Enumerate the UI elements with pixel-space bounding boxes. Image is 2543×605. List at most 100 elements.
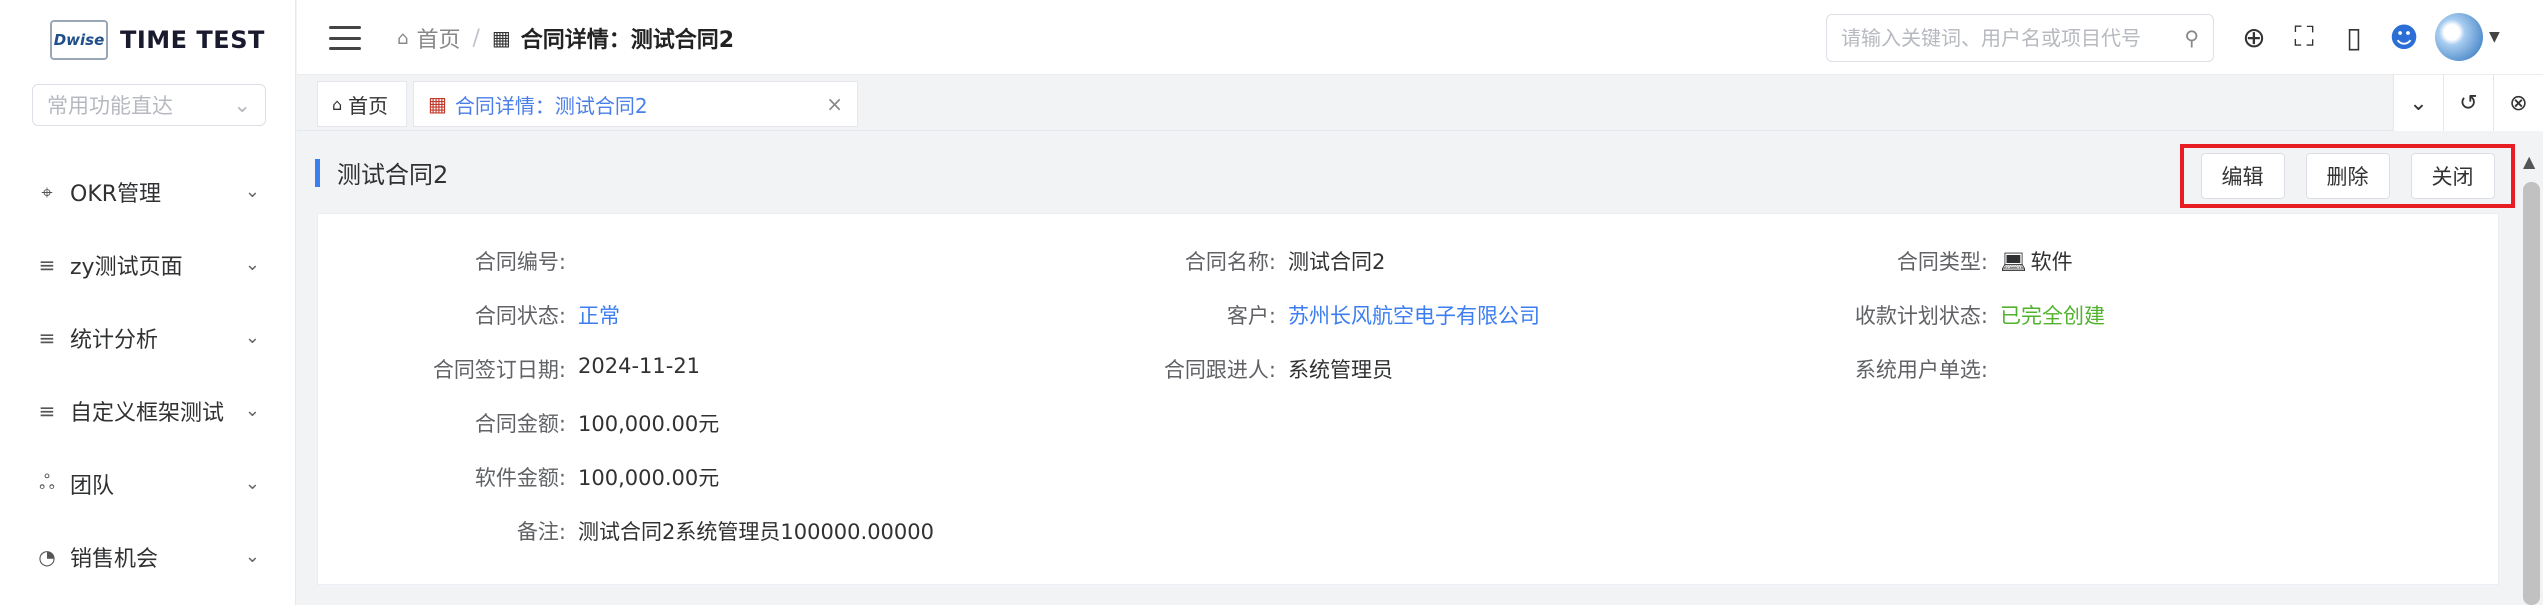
laptop-icon: 💻︎: [2000, 250, 2027, 274]
field-plan-status: 收款计划状态: 已完全创建: [1820, 300, 2105, 330]
field-remark: 备注: 测试合同2系统管理员100000.00000: [398, 516, 934, 546]
field-label: 合同状态:: [474, 304, 566, 328]
field-value: 2024-11-21: [578, 354, 701, 378]
close-button[interactable]: 关闭: [2410, 153, 2495, 199]
chevron-down-icon: ⌄: [244, 254, 260, 275]
field-label: 合同金额:: [474, 412, 566, 436]
field-label: 合同类型:: [1896, 250, 1988, 274]
field-label: 合同名称:: [1184, 250, 1276, 274]
fullscreen-icon[interactable]: ⛶: [2279, 20, 2329, 54]
tab-contract-detail[interactable]: ▦ 合同详情：测试合同2 ×: [413, 81, 858, 127]
chevron-down-icon: ⌄: [244, 327, 260, 348]
tab-contract-detail-label: 合同详情：测试合同2: [454, 93, 648, 118]
list-icon: ≡: [38, 398, 56, 423]
chevron-down-icon: ⌄: [244, 473, 260, 494]
tab-bar-tools: ⌄ ↺ ⊗: [2393, 75, 2543, 131]
field-follower: 合同跟进人: 系统管理员: [1108, 354, 1393, 384]
field-label: 合同编号:: [474, 250, 566, 274]
global-search[interactable]: ⚲: [1826, 14, 2214, 62]
sidebar-item-sales-opportunity[interactable]: ◔ 销售机会 ⌄: [0, 520, 296, 593]
search-icon[interactable]: ⚲: [2184, 26, 2199, 50]
pie-chart-icon: ◔: [38, 544, 56, 569]
logo-text: TIME TEST: [120, 26, 265, 54]
sidebar-item-label: 销售机会: [70, 546, 159, 572]
field-label: 客户:: [1226, 304, 1276, 328]
contract-type-text: 软件: [2030, 250, 2073, 274]
team-icon: ஃ: [39, 470, 55, 494]
avatar[interactable]: [2435, 13, 2483, 61]
field-label: 合同跟进人:: [1163, 358, 1276, 382]
edit-button[interactable]: 编辑: [2200, 153, 2285, 199]
field-value: 已完全创建: [2000, 304, 2105, 328]
home-icon: ⌂: [397, 27, 409, 49]
history-icon[interactable]: ↺: [2443, 75, 2493, 131]
field-value: 100,000.00元: [578, 466, 720, 490]
title-accent-bar: [315, 159, 320, 187]
sidebar-item-label: OKR管理: [70, 181, 162, 207]
sidebar-item-okr[interactable]: ⌖ OKR管理 ⌄: [0, 155, 296, 228]
search-input[interactable]: [1841, 26, 2185, 50]
chevron-down-icon: ⌄: [233, 93, 251, 117]
chevron-down-icon: ⌄: [244, 546, 260, 567]
sidebar-menu: ⌖ OKR管理 ⌄ ≡ zy测试页面 ⌄ ≡ 统计分析 ⌄ ≡ 自定义框架测试 …: [0, 155, 296, 593]
menu-toggle-icon[interactable]: [329, 26, 361, 50]
sidebar-item-label: 自定义框架测试: [70, 400, 225, 426]
field-value: 测试合同2系统管理员100000.00000: [578, 520, 935, 544]
page-title: 测试合同2: [337, 161, 449, 189]
page-header: 测试合同2 编辑 删除 关闭: [297, 131, 2517, 211]
field-value: 测试合同2: [1288, 250, 1386, 274]
quick-access-select[interactable]: 常用功能直达 ⌄: [32, 84, 266, 126]
home-icon: ⌂: [332, 94, 343, 114]
add-circle-icon[interactable]: ⊕: [2229, 21, 2279, 54]
field-label: 系统用户单选:: [1854, 358, 1988, 382]
chevron-down-icon: ⌄: [244, 400, 260, 421]
field-value: 100,000.00元: [578, 412, 720, 436]
mobile-icon[interactable]: ▯: [2329, 21, 2379, 54]
caret-down-icon[interactable]: ▼: [2489, 29, 2500, 45]
sidebar-item-zy-test[interactable]: ≡ zy测试页面 ⌄: [0, 228, 296, 301]
logo[interactable]: Dwise TIME TEST: [50, 18, 265, 62]
top-header: ⌂ 首页 / ▦ 合同详情：测试合同2 ⚲ ⊕ ⛶ ▯ ☻ ▼: [297, 0, 2543, 75]
sidebar-item-label: zy测试页面: [70, 254, 183, 280]
field-customer: 客户: 苏州长风航空电子有限公司: [1108, 300, 1540, 330]
field-software-amount: 软件金额: 100,000.00元: [398, 462, 719, 492]
scrollbar-thumb[interactable]: [2523, 182, 2540, 605]
tab-home[interactable]: ⌂ 首页: [317, 81, 407, 127]
close-icon[interactable]: ×: [826, 92, 843, 116]
customer-link[interactable]: 苏州长风航空电子有限公司: [1288, 300, 1540, 330]
chevron-down-icon[interactable]: ⌄: [2393, 75, 2443, 131]
list-icon: ≡: [38, 325, 56, 350]
field-contract-status: 合同状态: 正常: [398, 300, 620, 330]
scroll-up-icon[interactable]: ▲: [2523, 152, 2535, 171]
sidebar-item-team[interactable]: ஃ 团队 ⌄: [0, 447, 296, 520]
tab-bar: ⌂ 首页 ▦ 合同详情：测试合同2 × ⌄ ↺ ⊗: [297, 75, 2543, 131]
quick-access-placeholder: 常用功能直达: [47, 94, 173, 118]
field-contract-type: 合同类型: 💻︎ 软件: [1820, 246, 2073, 276]
field-contract-no: 合同编号:: [398, 246, 578, 276]
target-icon: ⌖: [41, 179, 53, 204]
close-circle-icon[interactable]: ⊗: [2493, 75, 2543, 131]
breadcrumb-current: 合同详情：测试合同2: [520, 28, 735, 53]
logo-mark: Dwise: [50, 20, 108, 60]
field-user-select: 系统用户单选:: [1820, 354, 2000, 384]
breadcrumb: ⌂ 首页 / ▦ 合同详情：测试合同2: [397, 22, 734, 54]
field-value: 系统管理员: [1288, 358, 1393, 382]
sidebar-item-custom-frame[interactable]: ≡ 自定义框架测试 ⌄: [0, 374, 296, 447]
breadcrumb-home[interactable]: 首页: [416, 22, 460, 54]
sidebar-item-statistics[interactable]: ≡ 统计分析 ⌄: [0, 301, 296, 374]
contract-detail-card: 合同编号: 合同状态: 正常 合同签订日期: 2024-11-21 合同金额: …: [317, 213, 2499, 585]
field-amount: 合同金额: 100,000.00元: [398, 408, 719, 438]
table-icon: ▦: [428, 92, 447, 116]
field-sign-date: 合同签订日期: 2024-11-21: [398, 354, 700, 384]
field-label: 合同签订日期:: [432, 358, 566, 382]
breadcrumb-separator: /: [472, 25, 480, 51]
delete-button[interactable]: 删除: [2305, 153, 2390, 199]
robot-icon[interactable]: ☻: [2379, 21, 2429, 54]
field-label: 软件金额:: [474, 466, 566, 490]
page-scrollbar[interactable]: ▲: [2519, 146, 2543, 605]
action-buttons-group: 编辑 删除 关闭: [2180, 144, 2515, 208]
field-label: 收款计划状态:: [1854, 304, 1988, 328]
field-value: 💻︎ 软件: [2000, 246, 2073, 276]
field-label: 备注:: [516, 520, 566, 544]
table-icon: ▦: [491, 26, 511, 50]
